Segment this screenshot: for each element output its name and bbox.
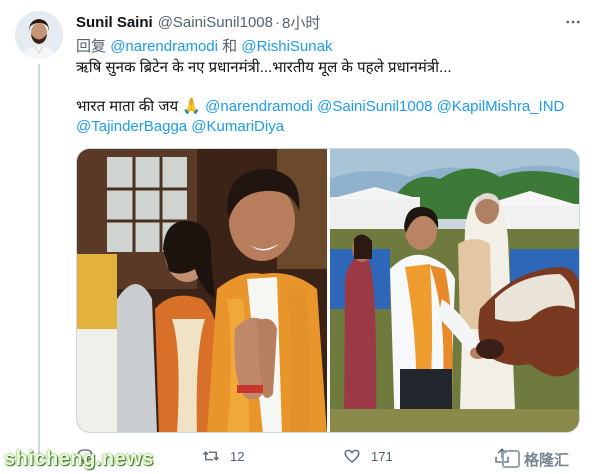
author-handle[interactable]: @SainiSunil1008 (158, 14, 273, 31)
author-name[interactable]: Sunil Saini (76, 14, 153, 31)
like-count: 171 (371, 448, 393, 464)
tweet-header: Sunil Saini @SainiSunil1008 · 8小时 (76, 12, 320, 32)
gelonghui-logo-icon (502, 450, 520, 468)
mention-links[interactable]: @TajinderBagga @KumariDiya (76, 118, 284, 135)
media-grid (76, 148, 580, 433)
tweet-text-line: @TajinderBagga @KumariDiya (76, 118, 284, 135)
tweet[interactable]: Sunil Saini @SainiSunil1008 · 8小时 回复 @na… (0, 0, 595, 474)
reply-and: 和 (222, 38, 238, 55)
retweet-button[interactable]: 12 (202, 447, 244, 465)
like-icon (344, 449, 360, 463)
retweet-icon (203, 451, 219, 461)
tweet-text: भारत माता की जय 🙏 (76, 98, 201, 115)
reply-mention-link[interactable]: @RishiSunak (241, 38, 332, 55)
watermark-gelonghui: 格隆汇 (502, 448, 569, 470)
photo-sunak-namaste[interactable] (77, 149, 327, 432)
thread-line (38, 64, 40, 459)
avatar[interactable] (15, 11, 63, 59)
mention-links[interactable]: @narendramodi @SainiSunil1008 @KapilMish… (205, 98, 564, 115)
separator-dot: · (275, 13, 280, 31)
like-button[interactable]: 171 (343, 447, 393, 465)
more-icon[interactable] (560, 9, 586, 35)
reply-mention-link[interactable]: @narendramodi (110, 38, 218, 55)
reply-prefix: 回复 (76, 38, 107, 55)
replying-to: 回复 @narendramodi 和 @RishiSunak (76, 35, 332, 56)
photo-sunak-cow[interactable] (330, 149, 579, 432)
retweet-count: 12 (230, 448, 245, 464)
tweet-text-line: ऋषि सुनक ब्रिटेन के नए प्रधानमंत्री...भा… (76, 59, 452, 76)
watermark-gelonghui-text: 格隆汇 (524, 451, 570, 469)
watermark-shicheng: shicheng.news (4, 448, 154, 470)
tweet-text-line: भारत माता की जय 🙏 @narendramodi @SainiSu… (76, 96, 564, 116)
timestamp[interactable]: 8小时 (282, 12, 320, 33)
